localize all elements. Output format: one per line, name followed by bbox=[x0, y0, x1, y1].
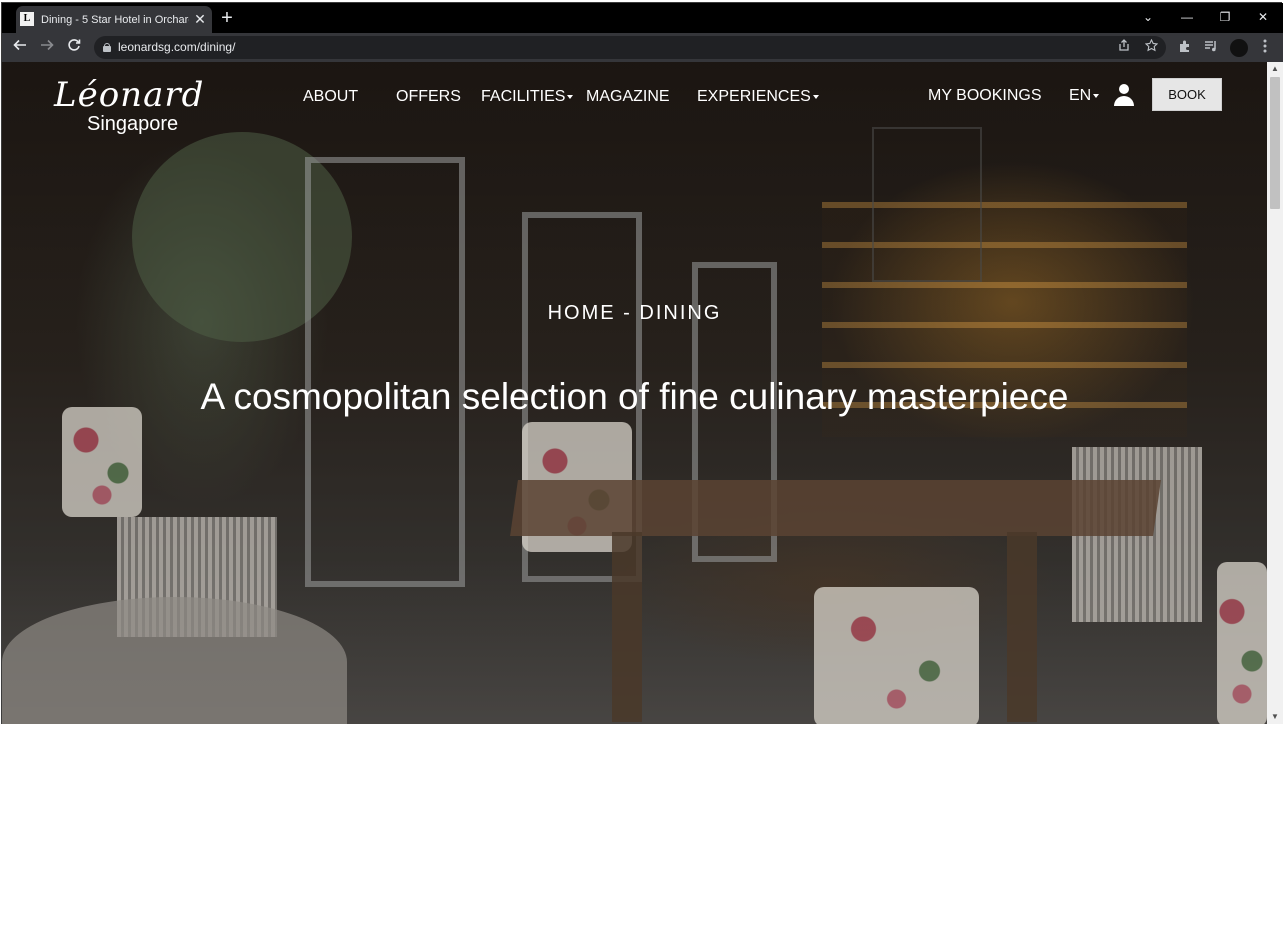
scrollbar-thumb[interactable] bbox=[1270, 77, 1280, 209]
user-account-icon[interactable] bbox=[1113, 84, 1135, 108]
nav-facilities-label: FACILITIES bbox=[481, 88, 566, 105]
nav-facilities[interactable]: FACILITIES bbox=[481, 87, 574, 107]
hero-headline: A cosmopolitan selection of fine culinar… bbox=[200, 376, 1069, 417]
tab-title: Dining - 5 Star Hotel in Orchard R bbox=[41, 14, 189, 26]
profile-icon[interactable] bbox=[1230, 39, 1248, 57]
glass-door-shape bbox=[305, 157, 465, 587]
star-icon[interactable] bbox=[1143, 38, 1159, 55]
book-button[interactable]: BOOK bbox=[1152, 78, 1222, 111]
table-leg-shape bbox=[1007, 532, 1037, 722]
nav-experiences[interactable]: EXPERIENCES bbox=[697, 87, 819, 107]
extensions-icon[interactable] bbox=[1176, 39, 1194, 57]
tab-search-button[interactable]: ⌄ bbox=[1138, 8, 1158, 26]
site-favicon-icon: L bbox=[20, 12, 34, 26]
new-tab-button[interactable]: + bbox=[217, 8, 237, 28]
round-table-shape bbox=[2, 597, 347, 724]
lock-icon bbox=[103, 43, 111, 52]
caret-down-icon bbox=[567, 94, 574, 99]
url-text: leonardsg.com/dining/ bbox=[118, 40, 236, 54]
nav-experiences-label: EXPERIENCES bbox=[697, 88, 811, 105]
logo-city[interactable]: Singapore bbox=[87, 112, 178, 136]
caret-down-icon bbox=[1093, 93, 1100, 98]
browser-tab-active[interactable]: L Dining - 5 Star Hotel in Orchard R ✕ bbox=[16, 6, 212, 33]
reload-icon[interactable] bbox=[64, 38, 84, 58]
logo-wordmark[interactable]: Léonard bbox=[54, 76, 204, 114]
breadcrumb: HOME - DINING bbox=[547, 302, 722, 324]
dining-table-shape bbox=[510, 480, 1161, 536]
address-bar[interactable]: leonardsg.com/dining/ bbox=[94, 36, 1166, 59]
chandelier-shape bbox=[872, 127, 982, 282]
browser-window: L Dining - 5 Star Hotel in Orchard R ✕ +… bbox=[1, 2, 1283, 724]
caret-down-icon bbox=[812, 94, 819, 99]
restore-button[interactable]: ❐ bbox=[1215, 8, 1235, 26]
nav-about[interactable]: ABOUT bbox=[303, 87, 358, 107]
menu-icon[interactable] bbox=[1256, 39, 1274, 57]
nav-offers[interactable]: OFFERS bbox=[396, 87, 461, 107]
nav-my-bookings[interactable]: MY BOOKINGS bbox=[928, 86, 1042, 106]
tab-strip: L Dining - 5 Star Hotel in Orchard R ✕ +… bbox=[2, 3, 1283, 33]
media-icon[interactable] bbox=[1202, 39, 1220, 57]
back-arrow-icon[interactable] bbox=[10, 38, 30, 58]
floral-chair-shape bbox=[62, 407, 142, 517]
close-window-button[interactable]: ✕ bbox=[1253, 8, 1273, 26]
table-leg-shape bbox=[612, 532, 642, 722]
scroll-up-arrow-icon[interactable]: ▲ bbox=[1267, 62, 1283, 76]
language-selector[interactable]: EN bbox=[1069, 86, 1100, 106]
scroll-down-arrow-icon[interactable]: ▼ bbox=[1267, 710, 1283, 724]
minimize-button[interactable]: — bbox=[1177, 8, 1197, 26]
page-scrollbar[interactable]: ▲ ▼ bbox=[1267, 62, 1283, 724]
nav-magazine[interactable]: MAGAZINE bbox=[586, 87, 670, 107]
floral-chair-shape bbox=[814, 587, 979, 724]
page-viewport: Léonard Singapore ABOUT OFFERS FACILITIE… bbox=[2, 62, 1267, 724]
language-label: EN bbox=[1069, 87, 1092, 104]
forward-arrow-icon[interactable] bbox=[37, 38, 57, 58]
share-icon[interactable] bbox=[1116, 39, 1132, 55]
tab-close-icon[interactable]: ✕ bbox=[192, 11, 208, 27]
floral-chair-shape bbox=[1217, 562, 1267, 724]
browser-toolbar: leonardsg.com/dining/ bbox=[2, 33, 1283, 62]
